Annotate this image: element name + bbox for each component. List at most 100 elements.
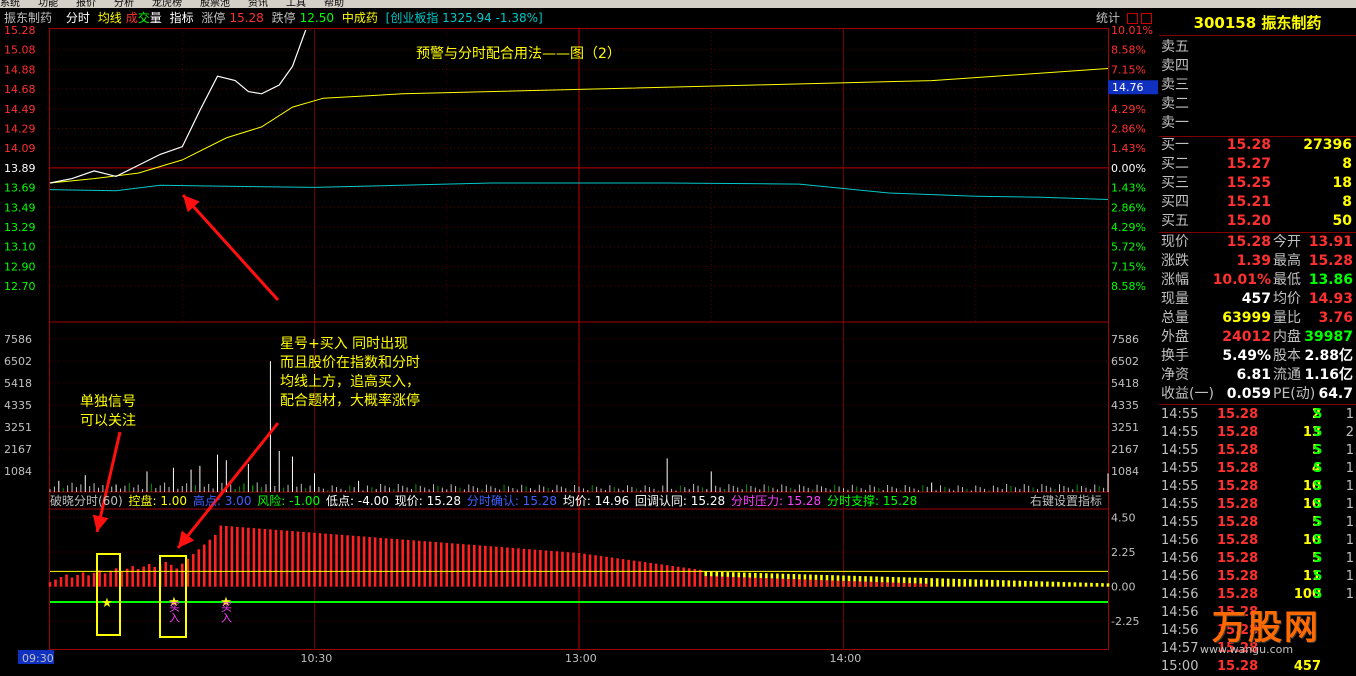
orderbook-label: 买一: [1161, 137, 1189, 153]
tick-time: 14:56: [1161, 551, 1199, 566]
volume-axis-label: 2167: [4, 443, 32, 456]
quote-label: 总量: [1161, 310, 1189, 326]
orderbook-sell-row[interactable]: 卖一: [1159, 114, 1356, 133]
quote-label: 外盘: [1161, 329, 1189, 345]
price-axis-label: 13.10: [4, 241, 36, 254]
tick-price: 15.28: [1217, 533, 1259, 548]
orderbook-label: 卖三: [1161, 77, 1189, 93]
watermark-text: 万股网: [1212, 608, 1320, 648]
indicator-queren: 分时确认: 15.28: [466, 494, 558, 508]
quote-value: 15.28: [1226, 234, 1271, 250]
quote-value: 63999: [1222, 310, 1271, 326]
highlight-box: [96, 553, 121, 636]
quote-label: 现量: [1161, 291, 1189, 307]
orderbook-label: 卖五: [1161, 39, 1189, 55]
pct-axis-label: 2.86%: [1111, 123, 1146, 136]
orderbook-buy-row[interactable]: 买二 15.27 8: [1159, 155, 1356, 174]
orderbook-label: 卖二: [1161, 96, 1189, 112]
tick-count: 1: [1345, 479, 1354, 494]
pct-axis-label: 4.29%: [1111, 103, 1146, 116]
orderbook-buy-row[interactable]: 买三 15.25 18: [1159, 174, 1356, 193]
indicator-axis-label: 4.50: [1111, 512, 1136, 525]
orderbook-label: 买二: [1161, 156, 1189, 172]
watermark-url: www.wangu.com: [1200, 643, 1294, 656]
tick-row: 14:55 15.28 13 S 2: [1159, 424, 1356, 442]
price-axis-label: 13.49: [4, 201, 36, 214]
tick-row: 14:55 15.28 10 S 1: [1159, 496, 1356, 514]
time-axis-label: 14:00: [830, 652, 862, 665]
orderbook-label: 卖一: [1161, 115, 1189, 131]
annotation-star-text: 而且股价在指数和分时: [280, 355, 420, 371]
watermark-logo: 万股网 www.wangu.com: [1190, 595, 1356, 669]
orderbook-sell-row[interactable]: 卖四: [1159, 57, 1356, 76]
orderbook-volume: 50: [1332, 213, 1352, 229]
quote-label: 最低: [1273, 272, 1301, 288]
quote-label: 涨幅: [1161, 272, 1189, 288]
star-signal-icon: ★: [101, 596, 113, 611]
buy-signal-label: 买入: [168, 601, 181, 623]
orderbook-volume: 8: [1342, 194, 1352, 210]
tick-side: S: [1313, 461, 1323, 476]
tick-time: 14:55: [1161, 425, 1199, 440]
tick-side: S: [1313, 569, 1323, 584]
tick-time: 14:56: [1161, 533, 1199, 548]
indicator-name[interactable]: 破晓分时(60): [50, 494, 123, 508]
quote-label: 均价: [1273, 291, 1301, 307]
quote-value: 1.16亿: [1304, 367, 1353, 383]
tick-count: 1: [1345, 407, 1354, 422]
tick-count: 1: [1345, 551, 1354, 566]
tick-price: 15.28: [1217, 479, 1259, 494]
buy-signal-label: 买入: [220, 601, 233, 623]
indicator-gaodian: 高点: 3.00: [192, 494, 252, 508]
tick-count: 1: [1345, 497, 1354, 512]
volume-axis-label: 6502: [4, 355, 32, 368]
volume-axis-label: 5418: [4, 377, 32, 390]
tick-side: S: [1313, 515, 1323, 530]
quote-value: 24012: [1222, 329, 1271, 345]
orderbook-buy-row[interactable]: 买五 15.20 50: [1159, 212, 1356, 231]
volume-axis-label: 5418: [1111, 377, 1139, 390]
orderbook-buy-row[interactable]: 买四 15.21 8: [1159, 193, 1356, 212]
orderbook-sell-row[interactable]: 卖五: [1159, 38, 1356, 57]
tick-price: 15.28: [1217, 569, 1259, 584]
indicator-settings[interactable]: 右键设置指标: [1030, 493, 1102, 509]
tick-price: 15.28: [1217, 497, 1259, 512]
tick-time: 14:55: [1161, 515, 1199, 530]
quote-row: 涨幅 10.01% 最低 13.86: [1159, 271, 1356, 290]
quote-row: 现量 457 均价 14.93: [1159, 290, 1356, 309]
quote-row: 换手 5.49% 股本 2.88亿: [1159, 347, 1356, 366]
indicator-didian: 低点: -4.00: [326, 494, 389, 508]
price-axis-label: 15.28: [4, 24, 36, 37]
quote-value: 5.49%: [1222, 348, 1271, 364]
quote-label: 净资: [1161, 367, 1189, 383]
quote-value: 14.93: [1308, 291, 1353, 307]
tick-side: S: [1313, 479, 1323, 494]
tick-count: 1: [1345, 533, 1354, 548]
quote-value: 64.7: [1318, 386, 1353, 402]
orderbook-sell-row[interactable]: 卖三: [1159, 76, 1356, 95]
orderbook-label: 买五: [1161, 213, 1189, 229]
price-axis-label: 12.70: [4, 280, 36, 293]
price-axis-label: 13.69: [4, 182, 36, 195]
orderbook-sell-row[interactable]: 卖二: [1159, 95, 1356, 114]
indicator-axis-label: 2.25: [1111, 546, 1136, 559]
tick-time: 14:55: [1161, 443, 1199, 458]
pct-axis-label: 0.00%: [1111, 162, 1146, 175]
volume-axis-label: 7586: [4, 333, 32, 346]
orderbook-buy-row[interactable]: 买一 15.28 27396: [1159, 136, 1356, 155]
quote-label: 换手: [1161, 348, 1189, 364]
tick-row: 14:55 15.28 2 S 1: [1159, 406, 1356, 424]
tick-side: S: [1313, 425, 1323, 440]
quote-value: 3.76: [1318, 310, 1353, 326]
pct-axis-label: 8.58%: [1111, 280, 1146, 293]
orderbook-label: 卖四: [1161, 58, 1189, 74]
annotation-arrow: [176, 422, 280, 549]
quote-value: 15.28: [1308, 253, 1353, 269]
tick-row: 14:56 15.28 11 S 1: [1159, 568, 1356, 586]
price-axis-label: 14.68: [4, 83, 36, 96]
time-axis-label: 09:30: [22, 652, 54, 665]
time-axis-label: 10:30: [301, 652, 333, 665]
quote-row: 收益(一) 0.059 PE(动) 64.7: [1159, 385, 1356, 404]
price-line: [49, 29, 307, 184]
quote-label: PE(动): [1273, 386, 1316, 402]
